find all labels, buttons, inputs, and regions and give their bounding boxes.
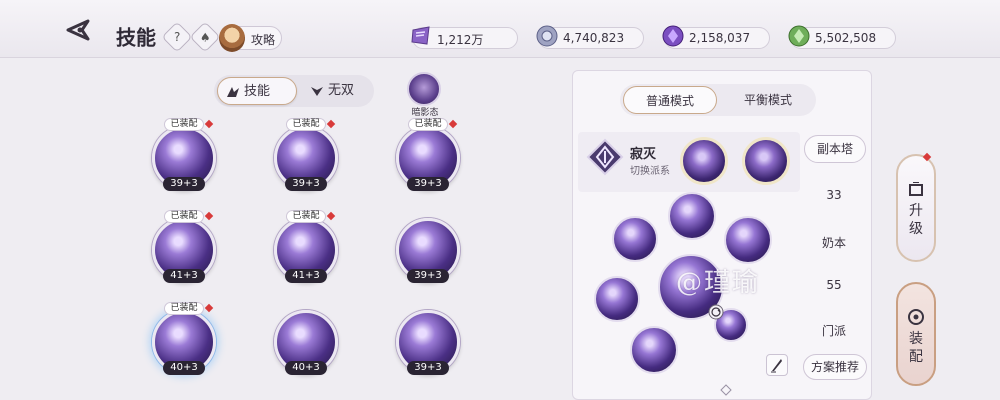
equipped-badge: 已装配 — [286, 118, 326, 131]
mode-normal[interactable]: 普通模式 — [623, 86, 717, 114]
school-name: 寂灭 — [630, 147, 657, 162]
expand-handle-icon[interactable] — [720, 384, 732, 396]
green-jade-icon — [788, 25, 810, 47]
mode-switch: 普通模式 平衡模式 — [620, 84, 816, 116]
guide-label: 攻略 — [251, 33, 276, 47]
skill-level: 39+3 — [407, 269, 449, 283]
skill-slot[interactable]: 已装配 39+3 — [396, 118, 460, 191]
skill-slot[interactable]: 已装配 39+3 — [274, 118, 338, 191]
purple-gem-icon — [662, 25, 684, 47]
switch-school-label[interactable]: 切换派系 — [630, 162, 670, 177]
help-label: ? — [173, 30, 181, 44]
school-skill-2[interactable] — [742, 137, 790, 185]
resource-scroll-value: 1,212万 — [437, 33, 484, 47]
skill-level: 40+3 — [285, 361, 327, 375]
plan-skill-2[interactable] — [612, 216, 658, 262]
upgrade-char-2: 级 — [909, 221, 923, 237]
skill-tab-icon — [227, 87, 239, 97]
alert-dot — [204, 211, 214, 221]
preset-sidebar — [800, 132, 868, 382]
alert-dot — [204, 119, 214, 129]
equip-icon — [908, 309, 924, 325]
upgrade-icon — [909, 182, 923, 196]
skill-slot[interactable]: 39+3 — [396, 302, 460, 375]
silver-coin-icon — [536, 25, 558, 47]
plan-skill-4[interactable] — [594, 276, 640, 322]
bell-icon: ♠ — [199, 29, 211, 44]
plan-skill-6[interactable] — [630, 326, 678, 374]
equipped-badge: 已装配 — [164, 118, 204, 131]
equip-char-2: 配 — [909, 349, 923, 365]
preset-value-1[interactable]: 33 — [800, 188, 868, 202]
skill-level: 39+3 — [407, 177, 449, 191]
school-emblem-icon[interactable] — [586, 138, 624, 176]
skill-level: 41+3 — [285, 269, 327, 283]
wushuang-tab-icon — [311, 87, 323, 96]
guide-avatar — [219, 24, 245, 52]
skill-level: 41+3 — [163, 269, 205, 283]
skill-slot[interactable]: 39+3 — [396, 210, 460, 283]
equipped-badge: 已装配 — [286, 210, 326, 223]
equipped-badge: 已装配 — [164, 302, 204, 315]
equip-char-1: 装 — [909, 331, 923, 347]
resource-gem-value: 2,158,037 — [689, 31, 751, 45]
skill-tabs: 技能 无双 — [214, 75, 374, 107]
hidden-form-button[interactable]: 暗影态 — [407, 72, 443, 118]
resource-jade: 5,502,508 — [788, 25, 896, 49]
quill-icon — [771, 359, 782, 373]
resource-jade-value: 5,502,508 — [815, 31, 877, 45]
tab-skill[interactable]: 技能 — [217, 77, 297, 105]
resource-gem: 2,158,037 — [662, 25, 770, 49]
skill-level: 39+3 — [285, 177, 327, 191]
dungeon-tower-button[interactable]: 副本塔 — [804, 135, 866, 163]
back-arrow-icon[interactable] — [64, 18, 98, 42]
skill-level: 39+3 — [407, 361, 449, 375]
school-skill-1[interactable] — [680, 137, 728, 185]
skill-level: 39+3 — [163, 177, 205, 191]
skill-slot[interactable]: 已装配 41+3 — [152, 210, 216, 283]
plan-skill-3[interactable] — [724, 216, 772, 264]
preset-value-2[interactable]: 55 — [800, 278, 868, 292]
watermark: @瑾瑜 — [676, 268, 761, 298]
upgrade-button[interactable]: 升 级 — [896, 154, 936, 262]
equipped-badge: 已装配 — [408, 118, 448, 131]
tab-skill-label: 技能 — [244, 84, 271, 99]
edit-button[interactable] — [766, 354, 788, 376]
hidden-form-label: 暗影态 — [411, 108, 439, 118]
preset-sect[interactable]: 门派 — [800, 322, 868, 339]
guide-button[interactable]: 攻略 — [219, 24, 282, 52]
alert-dot — [448, 119, 458, 129]
skill-slot[interactable]: 已装配 39+3 — [152, 118, 216, 191]
resource-scroll: 1,212万 — [411, 26, 518, 49]
alert-dot — [204, 303, 214, 313]
alert-dot — [326, 211, 336, 221]
equipped-badge: 已装配 — [164, 210, 204, 223]
hidden-form-icon — [407, 72, 441, 106]
recommend-button[interactable]: 方案推荐 — [803, 354, 867, 380]
rotate-icon[interactable] — [708, 304, 724, 320]
tab-wushuang-label: 无双 — [328, 83, 355, 98]
resource-silver-value: 4,740,823 — [563, 31, 625, 45]
preset-healer[interactable]: 奶本 — [800, 234, 868, 251]
plan-skill-1[interactable] — [668, 192, 716, 240]
page-title: 技能 — [116, 25, 156, 50]
equip-button[interactable]: 装 配 — [896, 282, 936, 386]
tab-wushuang[interactable]: 无双 — [302, 77, 372, 105]
skill-slot[interactable]: 已装配 40+3 — [152, 302, 216, 375]
skill-slot[interactable]: 已装配 41+3 — [274, 210, 338, 283]
mode-balanced[interactable]: 平衡模式 — [722, 86, 814, 114]
alert-dot — [326, 119, 336, 129]
resource-silver: 4,740,823 — [536, 25, 644, 49]
skill-level: 40+3 — [163, 361, 205, 375]
purple-scroll-icon — [411, 26, 430, 45]
skill-slot[interactable]: 40+3 — [274, 302, 338, 375]
upgrade-char-1: 升 — [909, 203, 923, 219]
